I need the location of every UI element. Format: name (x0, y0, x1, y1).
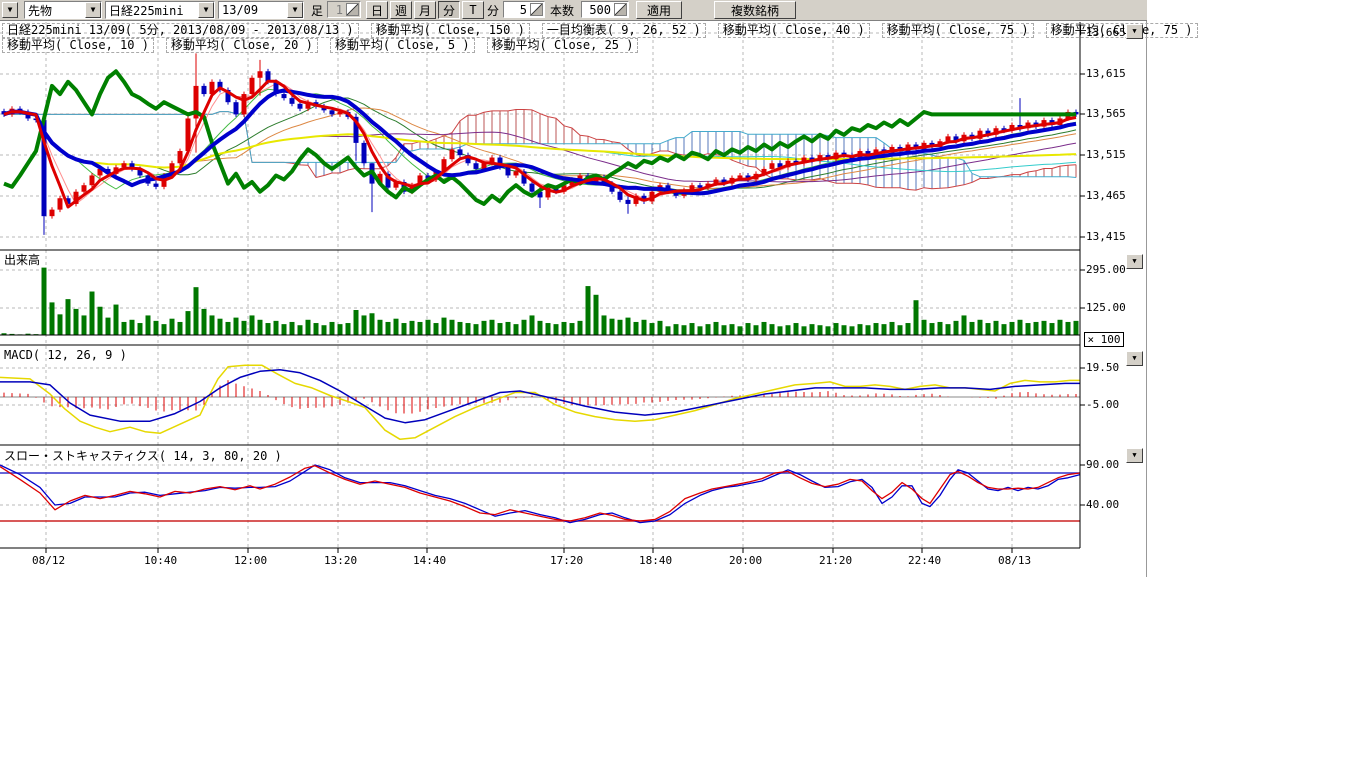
volume-axis-label-125.00: 125.00 (1086, 301, 1126, 314)
volume-multiplier-box: × 100 (1084, 332, 1124, 347)
x-axis-label-08/13: 08/13 (998, 554, 1031, 567)
price-panel-menu-button[interactable]: ▼ (1126, 24, 1143, 39)
chevron-down-icon[interactable]: ▼ (198, 2, 214, 18)
macd-panel-menu-button[interactable]: ▼ (1126, 351, 1143, 366)
chevron-down-icon[interactable]: ▼ (85, 2, 101, 18)
count-field[interactable]: 500 (581, 1, 629, 18)
bar-label: 足 (311, 1, 323, 19)
x-axis-label-12:00: 12:00 (234, 554, 267, 567)
x-axis-label-22:40: 22:40 (908, 554, 941, 567)
x-axis-label-18:40: 18:40 (639, 554, 672, 567)
bar-interval-value: 1 (328, 3, 345, 17)
legend-item-r2-0[interactable]: 移動平均( Close, 10 ) (2, 38, 154, 53)
minute-label: 分 (487, 1, 499, 19)
category-combobox-value: 先物 (25, 2, 85, 19)
volume-axis-label-295.00: 295.00 (1086, 263, 1126, 276)
legend-item-r2-1[interactable]: 移動平均( Close, 20 ) (166, 38, 318, 53)
period-button-月[interactable]: 月 (414, 1, 436, 19)
chart-application-window: ▼ 先物 ▼ 日経225mini ▼ 13/09 ▼ 足 1 分 5 本数 50… (0, 0, 1366, 768)
legend-item-r1-5[interactable]: 移動平均( Close, 75 ) (1046, 23, 1198, 38)
stoch-panel-label: スロー・ストキャスティクス( 14, 3, 80, 20 ) (4, 447, 282, 464)
spinner-icon (346, 3, 359, 16)
legend-item-r1-4[interactable]: 移動平均( Close, 75 ) (882, 23, 1034, 38)
stoch-panel-menu-button[interactable]: ▼ (1126, 448, 1143, 463)
toolbar: ▼ 先物 ▼ 日経225mini ▼ 13/09 ▼ 足 1 分 5 本数 50… (0, 0, 1147, 21)
spinner-icon[interactable] (530, 3, 543, 16)
symbol-combobox[interactable]: 日経225mini ▼ (105, 1, 215, 19)
category-combobox[interactable]: 先物 ▼ (24, 1, 102, 19)
stoch-axis-label-90.00: 90.00 (1086, 458, 1119, 471)
price-axis-label-13,415: 13,415 (1086, 230, 1126, 243)
price-axis-label-13,615: 13,615 (1086, 67, 1126, 80)
chart-client-area: 日経225mini 13/09( 5分, 2013/08/09 - 2013/0… (0, 21, 1147, 577)
apply-button[interactable]: 適用 (636, 1, 682, 19)
x-axis-label-20:00: 20:00 (729, 554, 762, 567)
legend-item-r1-3[interactable]: 移動平均( Close, 40 ) (718, 23, 870, 38)
legend-item-r2-3[interactable]: 移動平均( Close, 25 ) (487, 38, 639, 53)
x-axis-label-14:40: 14:40 (413, 554, 446, 567)
macd-axis-label-19.50: 19.50 (1086, 361, 1119, 374)
chart-plot-area[interactable] (0, 21, 1147, 577)
multi-symbol-button[interactable]: 複数銘柄 (714, 1, 796, 19)
price-axis-label-13,565: 13,565 (1086, 107, 1126, 120)
legend-row-1: 日経225mini 13/09( 5分, 2013/08/09 - 2013/0… (2, 23, 1198, 38)
stoch-axis-label-40.00: 40.00 (1086, 498, 1119, 511)
legend-item-r2-2[interactable]: 移動平均( Close, 5 ) (330, 38, 475, 53)
period-button-週[interactable]: 週 (390, 1, 412, 19)
x-axis-label-13:20: 13:20 (324, 554, 357, 567)
contract-combobox-value: 13/09 (219, 3, 287, 17)
minute-field[interactable]: 5 (503, 1, 545, 18)
period-button-T[interactable]: T (462, 1, 484, 19)
count-value: 500 (582, 3, 613, 17)
legend-item-r1-2[interactable]: 一目均衡表( 9, 26, 52 ) (542, 23, 706, 38)
x-axis-label-08/12: 08/12 (32, 554, 65, 567)
legend-row-2: 移動平均( Close, 10 ) 移動平均( Close, 20 ) 移動平均( … (2, 38, 638, 53)
period-button-分[interactable]: 分 (438, 1, 460, 19)
count-label: 本数 (550, 1, 574, 19)
symbol-combobox-value: 日経225mini (106, 2, 198, 19)
macd-panel-label: MACD( 12, 26, 9 ) (4, 348, 127, 362)
period-button-日[interactable]: 日 (366, 1, 388, 19)
minute-value: 5 (504, 3, 529, 17)
x-axis-label-17:20: 17:20 (550, 554, 583, 567)
legend-item-r1-0[interactable]: 日経225mini 13/09( 5分, 2013/08/09 - 2013/0… (2, 23, 359, 38)
price-axis-label-13,465: 13,465 (1086, 189, 1126, 202)
spinner-icon[interactable] (614, 3, 627, 16)
contract-combobox[interactable]: 13/09 ▼ (218, 1, 304, 19)
macd-axis-label--5.00: -5.00 (1086, 398, 1119, 411)
legend-item-r1-1[interactable]: 移動平均( Close, 150 ) (371, 23, 530, 38)
chevron-down-icon[interactable]: ▼ (287, 2, 303, 18)
bar-interval-field: 1 (327, 1, 361, 18)
volume-panel-label: 出来高 (4, 251, 40, 268)
x-axis-label-21:20: 21:20 (819, 554, 852, 567)
corner-dropdown-button[interactable]: ▼ (2, 2, 18, 18)
price-axis-label-13,515: 13,515 (1086, 148, 1126, 161)
volume-panel-menu-button[interactable]: ▼ (1126, 254, 1143, 269)
x-axis-label-10:40: 10:40 (144, 554, 177, 567)
